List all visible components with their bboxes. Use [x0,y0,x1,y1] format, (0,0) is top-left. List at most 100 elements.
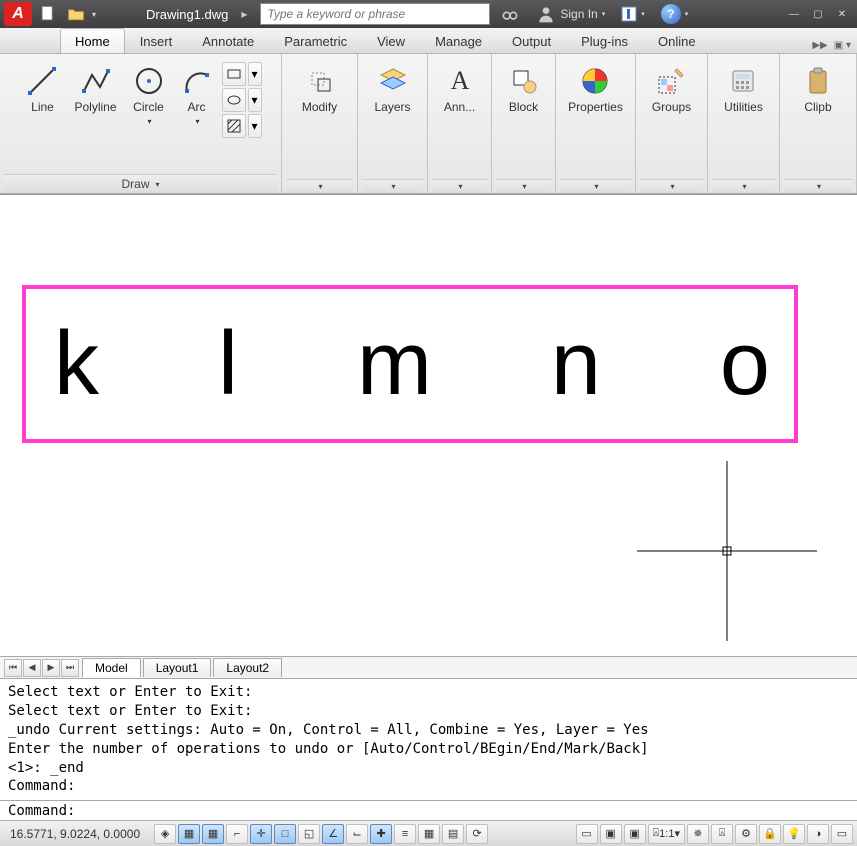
help-button[interactable]: ?▾ [655,3,695,25]
rectangle-drop-icon[interactable]: ▾ [248,62,262,86]
char-n: n [551,313,601,416]
groups-button[interactable]: Groups [645,60,698,119]
layers-panel-expand[interactable]: ▾ [362,179,423,193]
coordinates[interactable]: 16.5771, 9.0224, 0.0000 [4,827,146,841]
snap-icon[interactable]: ▦ [178,824,200,844]
selection-cycling-icon[interactable]: ⟳ [466,824,488,844]
file-name: Drawing1.dwg [146,7,228,22]
crosshair-cursor [637,461,817,641]
properties-button[interactable]: Properties [561,60,630,119]
clipboard-panel-expand[interactable]: ▾ [784,179,852,193]
search-input[interactable] [260,3,490,25]
ellipse-icon[interactable] [222,88,246,112]
hatch-icon[interactable] [222,114,246,138]
close-button[interactable]: ✕ [831,5,853,23]
utilities-panel-expand[interactable]: ▾ [712,179,775,193]
rectangle-icon[interactable] [222,62,246,86]
workspace-switch-icon[interactable]: ⚙ [735,824,757,844]
layout-nav-last-icon[interactable]: ⏭ [61,659,79,677]
groups-panel-expand[interactable]: ▾ [640,179,703,193]
tab-insert[interactable]: Insert [125,28,188,53]
drawing-area[interactable]: ▭ ▣ ⊠ k l m n o [0,194,857,656]
maximize-button[interactable]: ▢ [807,5,829,23]
quickview-layouts-icon[interactable]: ▣ [600,824,622,844]
clipboard-button[interactable]: Clipb [795,60,841,119]
modify-label: Modify [302,101,337,114]
tab-online[interactable]: Online [643,28,711,53]
utilities-button[interactable]: Utilities [717,60,770,119]
minimize-button[interactable]: — [783,5,805,23]
app-logo[interactable]: A [4,2,32,26]
history-line: Select text or Enter to Exit: [8,683,849,702]
ducs-icon[interactable]: ⌙ [346,824,368,844]
qat-new-icon[interactable] [36,3,60,25]
osnap3d-icon[interactable]: ◱ [298,824,320,844]
properties-label: Properties [568,101,623,114]
block-panel-expand[interactable]: ▾ [496,179,551,193]
line-button[interactable]: Line [19,60,65,119]
polar-icon[interactable]: ✛ [250,824,272,844]
tab-manage[interactable]: Manage [420,28,497,53]
annotation-panel-expand[interactable]: ▾ [432,179,487,193]
hatch-drop-icon[interactable]: ▾ [248,114,262,138]
command-history: Select text or Enter to Exit: Select tex… [0,678,857,800]
modify-panel-expand[interactable]: ▾ [286,179,353,193]
circle-button[interactable]: Circle▾ [126,60,172,132]
osnap-icon[interactable]: □ [274,824,296,844]
search-binoculars-icon[interactable] [494,3,526,25]
block-button[interactable]: Block [501,60,547,119]
dyn-icon[interactable]: ✚ [370,824,392,844]
quickview-drawings-icon[interactable]: ▣ [624,824,646,844]
annotation-button[interactable]: A Ann... [437,60,483,119]
modify-button[interactable]: Modify [295,60,344,119]
layout-tab-layout2[interactable]: Layout2 [213,658,282,677]
layout-tab-layout1[interactable]: Layout1 [143,658,212,677]
tab-annotate[interactable]: Annotate [187,28,269,53]
layout-nav-next-icon[interactable]: ▶ [42,659,60,677]
lineweight-icon[interactable]: ≡ [394,824,416,844]
toolbar-lock-icon[interactable]: 🔒 [759,824,781,844]
title-flyout-icon[interactable]: ▸ [232,3,256,25]
exchange-icon[interactable]: ▾ [615,3,651,25]
text-selection-frame[interactable]: k l m n o [22,285,798,443]
layout-nav-prev-icon[interactable]: ◀ [23,659,41,677]
line-label: Line [31,101,54,114]
tab-home[interactable]: Home [60,28,125,53]
annotation-visibility-icon[interactable]: ✵ [687,824,709,844]
arc-button[interactable]: Arc▾ [174,60,220,132]
sign-in-button[interactable]: Sign In ▾ [530,3,611,25]
char-k: k [54,313,99,416]
tab-output[interactable]: Output [497,28,566,53]
ribbon-minimize-icon[interactable]: ▣ ▾ [834,40,851,51]
layout-tab-model[interactable]: Model [82,658,141,677]
ellipse-drop-icon[interactable]: ▾ [248,88,262,112]
otrack-icon[interactable]: ∠ [322,824,344,844]
qat-open-icon[interactable] [64,3,88,25]
layout-nav-first-icon[interactable]: ⏮ [4,659,22,677]
isolate-objects-icon[interactable]: ◑ [807,824,829,844]
svg-text:A: A [450,66,469,95]
quickprops-icon[interactable]: ▤ [442,824,464,844]
transparency-icon[interactable]: ▦ [418,824,440,844]
annotation-scale-button[interactable]: ⍓1:1▾ [648,824,685,844]
ortho-icon[interactable]: ⌐ [226,824,248,844]
grid-icon[interactable]: ▦ [202,824,224,844]
qat-dropdown-icon[interactable]: ▾ [92,10,102,19]
tab-plugins[interactable]: Plug-ins [566,28,643,53]
utilities-label: Utilities [724,101,763,114]
status-bar: 16.5771, 9.0224, 0.0000 ◈ ▦ ▦ ⌐ ✛ □ ◱ ∠ … [0,820,857,846]
char-l: l [218,313,238,416]
tab-parametric[interactable]: Parametric [269,28,362,53]
properties-panel-expand[interactable]: ▾ [560,179,631,193]
model-button[interactable]: ▭ [576,824,598,844]
infer-constraints-icon[interactable]: ◈ [154,824,176,844]
ribbon-scroll-icon[interactable]: ▶▶ [812,40,827,51]
layers-button[interactable]: Layers [367,60,417,119]
polyline-button[interactable]: Polyline [67,60,123,119]
clean-screen-icon[interactable]: ▭ [831,824,853,844]
tab-view[interactable]: View [362,28,420,53]
autoscale-icon[interactable]: ⍓ [711,824,733,844]
command-input[interactable]: Command: [0,800,857,820]
draw-panel-title[interactable]: Draw ▾ [4,174,277,193]
hardware-accel-icon[interactable]: 💡 [783,824,805,844]
